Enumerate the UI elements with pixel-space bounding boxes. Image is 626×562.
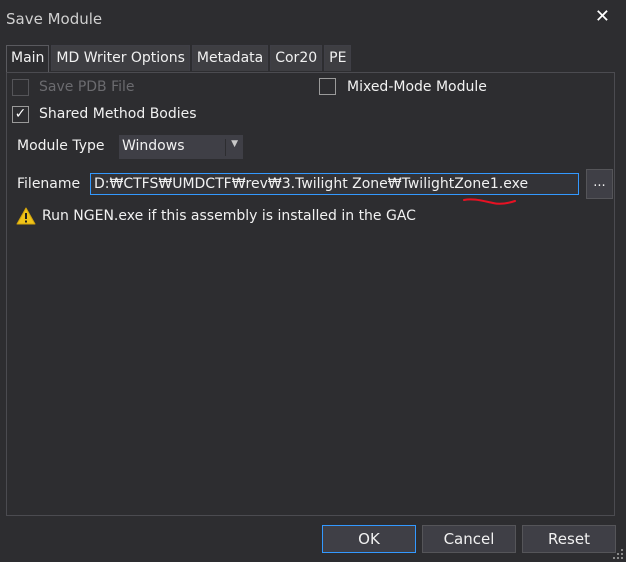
- tab-metadata[interactable]: Metadata: [191, 45, 269, 71]
- chevron-down-icon: ▼: [231, 139, 238, 149]
- shared-method-bodies-label: Shared Method Bodies: [39, 106, 197, 122]
- warning-text: Run NGEN.exe if this assembly is install…: [42, 208, 416, 224]
- title-bar: Save Module ✕: [0, 0, 626, 38]
- shared-method-bodies-checkbox[interactable]: ✓: [12, 106, 29, 123]
- mixed-mode-checkbox[interactable]: [319, 78, 336, 95]
- main-tab-panel: Save PDB File Mixed-Mode Module ✓ Shared…: [6, 72, 615, 516]
- tab-md-writer-options[interactable]: MD Writer Options: [51, 45, 190, 71]
- combo-divider: [225, 139, 226, 156]
- cancel-button[interactable]: Cancel: [422, 525, 516, 553]
- save-pdb-label: Save PDB File: [39, 79, 135, 95]
- module-type-select[interactable]: Windows ▼: [119, 135, 243, 159]
- mixed-mode-label: Mixed-Mode Module: [347, 79, 487, 95]
- close-icon[interactable]: ✕: [595, 6, 610, 27]
- resize-grip-icon[interactable]: [612, 548, 624, 560]
- tab-pe[interactable]: PE: [324, 45, 352, 71]
- filename-input[interactable]: [90, 173, 579, 195]
- tab-strip: Main MD Writer Options Metadata Cor20 PE: [6, 45, 353, 73]
- filename-label: Filename: [17, 176, 81, 192]
- warning-icon: [16, 207, 36, 225]
- red-underline-annotation: [463, 198, 516, 205]
- tab-main[interactable]: Main: [6, 45, 50, 73]
- window-title: Save Module: [6, 10, 103, 28]
- reset-button[interactable]: Reset: [522, 525, 616, 553]
- browse-button[interactable]: ...: [586, 169, 613, 199]
- ok-button[interactable]: OK: [322, 525, 416, 553]
- module-type-value: Windows: [122, 138, 185, 154]
- checkmark-icon: ✓: [14, 106, 27, 122]
- module-type-label: Module Type: [17, 138, 105, 154]
- tab-cor20[interactable]: Cor20: [270, 45, 323, 71]
- save-pdb-checkbox[interactable]: [12, 79, 29, 96]
